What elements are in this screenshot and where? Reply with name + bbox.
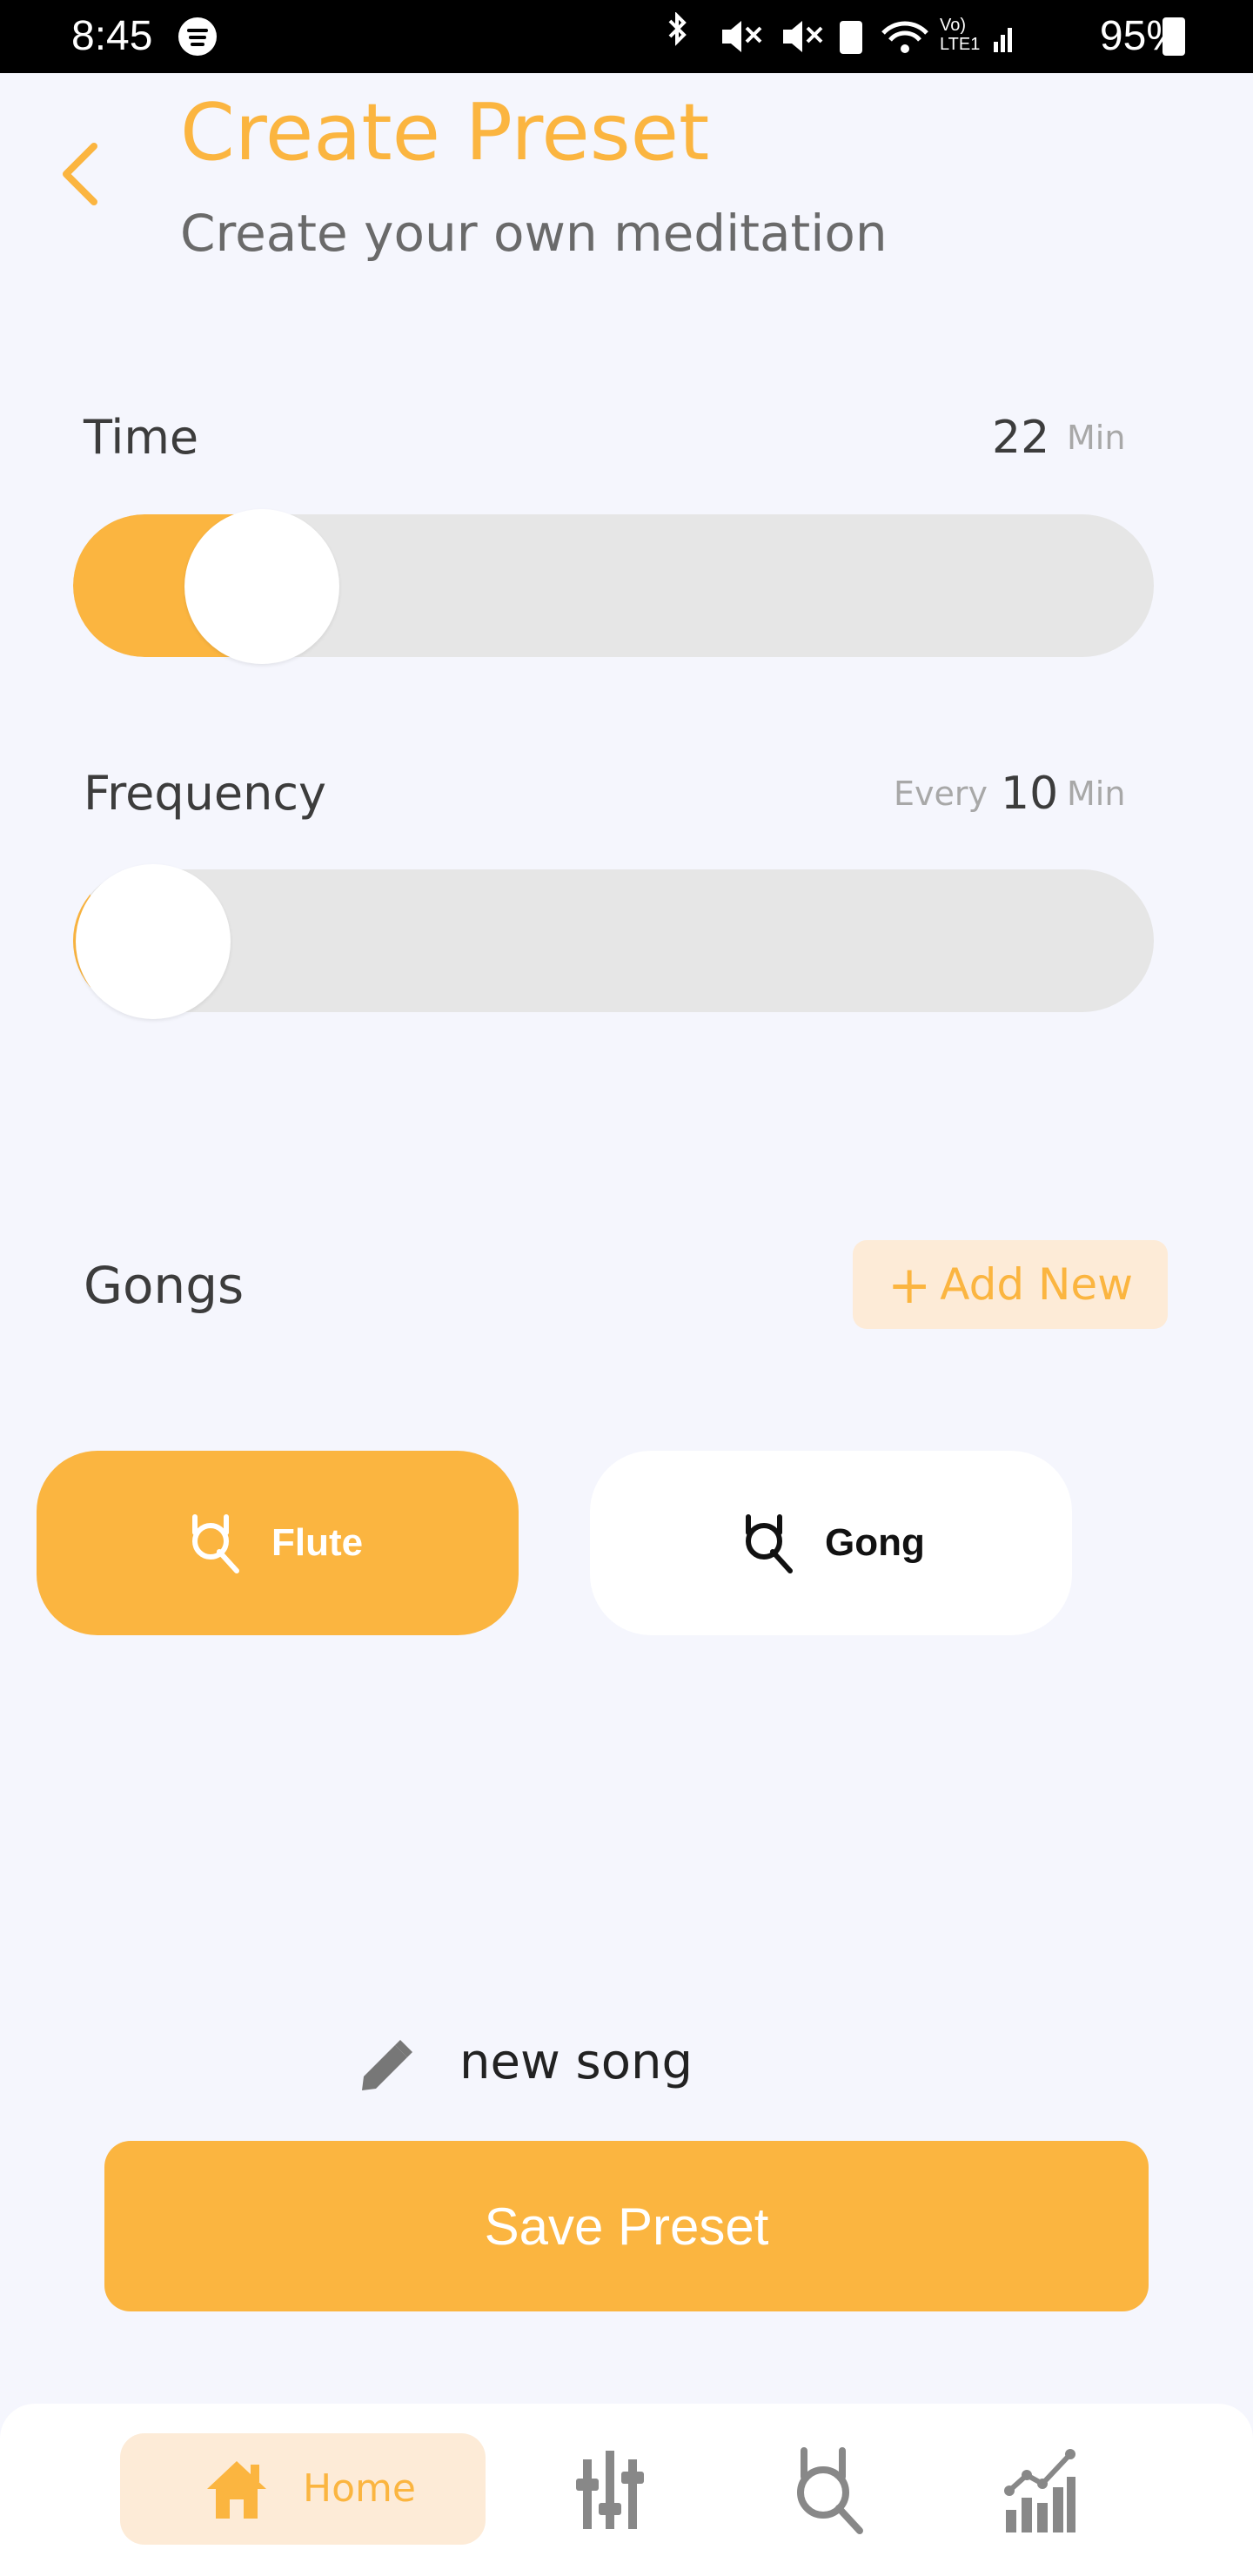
status-time: 8:45: [71, 13, 153, 59]
add-new-button[interactable]: + Add New: [853, 1240, 1168, 1329]
gong-chip-gong[interactable]: Gong: [590, 1451, 1072, 1635]
gong-chip-flute[interactable]: Flute: [37, 1451, 519, 1635]
spotify-icon: [178, 17, 217, 56]
back-chevron-icon[interactable]: [50, 139, 111, 209]
nav-home-label: Home: [303, 2466, 416, 2511]
frequency-prefix: Every: [894, 775, 988, 813]
page-subtitle: Create your own meditation: [180, 204, 888, 263]
time-value: 22: [992, 412, 1050, 464]
frequency-slider-thumb[interactable]: [76, 864, 231, 1019]
bottom-nav: Home: [0, 2404, 1253, 2576]
preset-name-field[interactable]: new song: [459, 2028, 693, 2097]
frequency-label: Frequency: [84, 766, 326, 821]
network-label: Vo) LTE1: [940, 16, 981, 54]
time-label: Time: [84, 410, 199, 465]
add-new-label: Add New: [940, 1259, 1134, 1310]
gong-icon: [746, 1514, 793, 1573]
battery-icon: [1163, 17, 1185, 56]
gong-chip-label: Gong: [825, 1521, 925, 1564]
pencil-icon[interactable]: [355, 2036, 416, 2097]
time-unit: Min: [1067, 419, 1126, 457]
nav-item-home[interactable]: Home: [120, 2433, 486, 2545]
plus-icon: +: [887, 1255, 932, 1316]
status-bar: 8:45 Vo) LTE1 95%: [0, 0, 1253, 73]
gongs-label: Gongs: [84, 1256, 245, 1315]
stats-icon[interactable]: [1001, 2442, 1079, 2538]
equalizer-icon[interactable]: [571, 2442, 649, 2538]
home-icon: [207, 2461, 266, 2519]
save-preset-button[interactable]: Save Preset: [104, 2141, 1149, 2311]
frequency-slider[interactable]: [73, 869, 1154, 1012]
frequency-value: 10: [1001, 768, 1059, 820]
page-title: Create Preset: [180, 87, 710, 178]
gong-chip-label: Flute: [271, 1521, 364, 1564]
time-slider-thumb[interactable]: [184, 509, 339, 664]
frequency-unit: Min: [1067, 775, 1126, 813]
gong-icon: [192, 1514, 239, 1573]
gong-icon[interactable]: [788, 2442, 867, 2538]
